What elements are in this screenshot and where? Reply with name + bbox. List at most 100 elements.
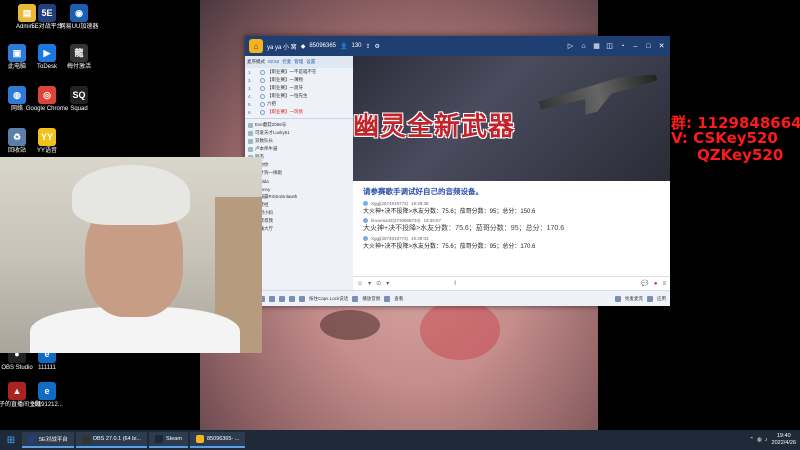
taskbar-app[interactable]: 5E对战平台 <box>22 432 74 448</box>
screenshot-icon[interactable]: ⊙ <box>376 280 381 287</box>
mic-queue-item[interactable]: 1. 【职业赛】一不是喵不在 <box>245 68 353 76</box>
mic-queue-item[interactable]: 6. 【职业赛】一风扬 <box>245 108 353 116</box>
keyboard-icon[interactable] <box>299 295 305 302</box>
taskbar-app[interactable]: 85096365- ... <box>189 432 246 448</box>
taskbar-app[interactable]: OBS 27.0.1 (64 bi... <box>75 432 148 448</box>
overlay-line-3: QZKey520 <box>697 146 784 164</box>
chevron-down-icon[interactable]: ▾ <box>368 280 371 287</box>
streamer-hair <box>72 165 190 225</box>
id-icon: ◆ <box>300 43 306 50</box>
tab-manage[interactable]: 管理 <box>294 59 303 65</box>
queue-member-name: 【职业赛】一风扬 <box>267 109 303 114</box>
desktop-icon[interactable]: SQ Squad <box>54 86 104 113</box>
emoji-icon[interactable]: ☺ <box>357 281 363 287</box>
gamepad-icon[interactable]: ◫ <box>605 42 614 51</box>
message-body: 大火神+决不投降>水友分数：75.6；茄哥分数：95；总分：170.6 <box>363 244 536 250</box>
close-icon[interactable]: ✕ <box>657 42 666 51</box>
desktop-icon[interactable]: e 20191212... <box>22 382 72 409</box>
tab-settings[interactable]: 设置 <box>306 59 315 65</box>
grid-icon[interactable]: ▦ <box>592 42 601 51</box>
more-icon[interactable]: ≡ <box>662 281 666 287</box>
titlebar[interactable]: ⌂ ya ya 小 窝 ◆ 85096365 👤 130 ⇪ ⚙ ▷ ⌂ ▦ ◫… <box>245 36 670 56</box>
webcam-feed <box>0 157 262 353</box>
camera-icon[interactable] <box>279 295 285 302</box>
text-cursor[interactable]: I <box>454 281 456 287</box>
caps-lock-hint[interactable]: 按住Caps Lock说话 <box>309 296 348 302</box>
users-icon: 👤 <box>340 43 348 50</box>
view-icon[interactable] <box>384 295 391 302</box>
network-icon[interactable]: ◍ <box>757 437 762 443</box>
member-item[interactable]: 双数队长 <box>245 137 353 145</box>
app-icon: SQ <box>70 86 88 104</box>
desktop-icon-label: Squad <box>70 106 88 112</box>
mic-queue-item[interactable]: 5. 六把 <box>245 100 353 108</box>
member-item[interactable]: 可爱天才Lusky51 <box>245 129 353 137</box>
desktop-icon-label: 梅付激活 <box>66 64 91 70</box>
settings-icon[interactable]: ⚙ <box>375 43 380 50</box>
music-icon[interactable] <box>352 295 359 302</box>
tab-control-mic[interactable]: 控麦 <box>282 59 291 65</box>
windows-start-icon[interactable]: ⊞ <box>4 433 18 447</box>
desktop-icon-label: 网易UU加速器 <box>59 24 99 30</box>
maximize-icon[interactable]: □ <box>644 42 653 51</box>
skin-icon[interactable]: ◔ <box>618 42 627 51</box>
queue-icon[interactable] <box>615 295 621 302</box>
mic-queue-item[interactable]: 2. 【职业赛】一薄物 <box>245 76 353 84</box>
app-icon: YY <box>38 128 56 146</box>
queue-member-name: 【职业赛】一薄物 <box>267 77 303 82</box>
minimize-icon[interactable]: – <box>631 42 640 51</box>
mode-label[interactable]: 麦序模式 <box>247 59 265 65</box>
grab-mic-button[interactable]: 抢麦麦克 <box>625 296 643 302</box>
queue-number: 1. <box>248 69 252 75</box>
app-icon <box>155 435 164 443</box>
headset-icon[interactable] <box>269 295 275 302</box>
play-audio-button[interactable]: 播放音频 <box>362 296 380 302</box>
chat-bubble-icon[interactable]: 💬 <box>641 280 648 287</box>
home-tab-icon[interactable]: ⌂ <box>579 42 588 51</box>
mic-queue-item[interactable]: 4. 【职业赛】一恒先生 <box>245 92 353 100</box>
avatar <box>248 122 253 128</box>
bottom-toolbar: 按住Caps Lock说话 播放音频 查看 抢麦麦克 应用 <box>245 290 670 306</box>
queue-number: 6. <box>248 109 252 115</box>
apps-button[interactable]: 应用 <box>657 296 666 302</box>
queue-number: 5. <box>248 101 252 107</box>
chat-area: 请参赛歌手调试好自己的音频设备。 Xggj(2674819773) 19:39:3… <box>353 181 670 276</box>
clock[interactable]: 19:40 2022/4/26 <box>772 433 800 447</box>
chevron-up-icon[interactable]: ⌃ <box>749 437 754 443</box>
desktop-icon[interactable]: 龍梅付激活 <box>54 44 104 71</box>
video-icon[interactable]: ▷ <box>566 42 575 51</box>
chevron-down-icon[interactable]: ▾ <box>386 280 389 287</box>
volume-icon[interactable]: ♪ <box>765 437 768 443</box>
member-item[interactable]: Eve蘑菇2056号 <box>245 121 353 129</box>
online-count: 130 <box>351 43 362 49</box>
member-item[interactable]: 卢本伟牛逼 <box>245 145 353 153</box>
rifle-graphic <box>535 57 661 125</box>
app-icon: ◉ <box>70 4 88 22</box>
screen-icon[interactable] <box>289 295 295 302</box>
desktop-icon[interactable]: ◉ 网易UU加速器 <box>54 4 104 31</box>
taskbar-app[interactable]: Steam <box>149 432 188 448</box>
taskbar-app-label: OBS 27.0.1 (64 bi... <box>92 436 142 442</box>
timer: 02:52 <box>268 59 280 64</box>
game-banner[interactable]: 幽灵全新武器 <box>353 56 670 181</box>
chat-input-bar[interactable]: ☺ ▾ ⊙ ▾ I 💬 ● ≡ <box>353 276 670 290</box>
queue-member-name: 【职业赛】一渡牙 <box>267 85 303 90</box>
message-body: 大火神+决不投降>水友分数：75.6；茄哥分数：95；总分：170.6 <box>363 225 565 232</box>
taskbar-app-label: 5E对战平台 <box>39 437 68 443</box>
home-icon[interactable]: ⌂ <box>249 39 263 53</box>
share-icon[interactable]: ⇪ <box>366 43 371 50</box>
mic-record-icon[interactable]: ● <box>654 281 658 287</box>
apps-icon[interactable] <box>647 295 653 302</box>
avatar <box>248 138 253 144</box>
clock-time: 19:40 <box>776 433 791 439</box>
yy-voice-window[interactable]: ⌂ ya ya 小 窝 ◆ 85096365 👤 130 ⇪ ⚙ ▷ ⌂ ▦ ◫… <box>245 36 670 306</box>
status-icon <box>260 69 265 75</box>
member-name: 可爱天才Lusky51 <box>255 130 290 135</box>
app-icon <box>195 435 204 443</box>
desktop-icon-label: YY语音 <box>36 148 57 154</box>
mic-queue-item[interactable]: 3. 【职业赛】一渡牙 <box>245 84 353 92</box>
view-button[interactable]: 查看 <box>394 296 403 302</box>
mic-queue: 1. 【职业赛】一不是喵不在 2. 【职业赛】一薄物 3. 【职业赛】一渡牙 4. 【职业赛】… <box>245 68 353 116</box>
message-body: 大火神+决不投降>水友分数：75.6；茄哥分数：95；总分：150.6 <box>363 209 536 215</box>
desktop-icon[interactable]: YY YY语音 <box>22 128 72 155</box>
